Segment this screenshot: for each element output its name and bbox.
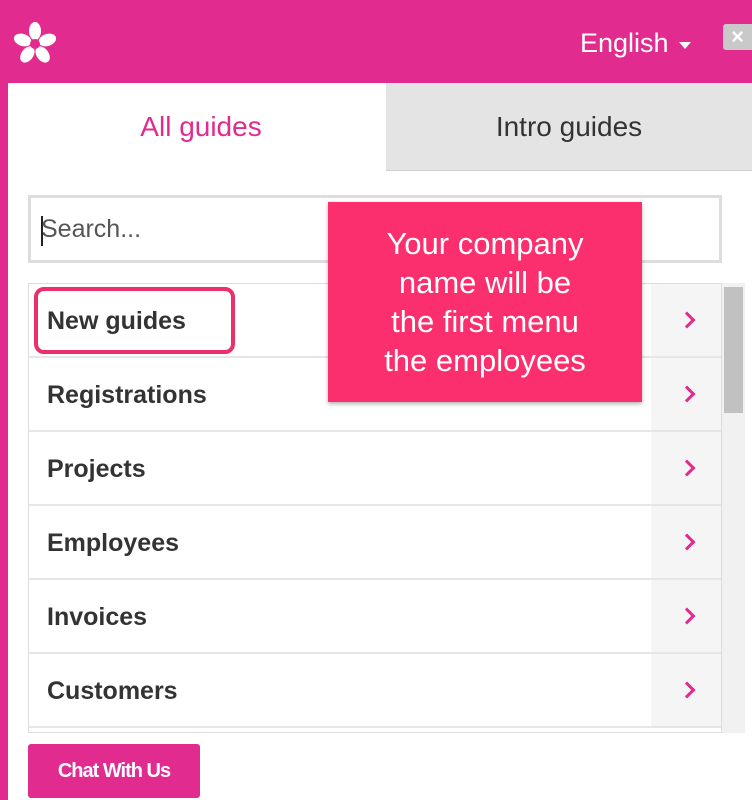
- tab-all-guides[interactable]: All guides: [16, 83, 386, 171]
- menu-item-label: Invoices: [47, 603, 148, 631]
- menu-item-arrow: [651, 506, 721, 578]
- chat-with-us-button[interactable]: Chat With Us: [28, 744, 200, 798]
- chat-button-label: Chat With Us: [57, 760, 171, 782]
- annotation-highlight: [34, 287, 235, 354]
- tab-all-guides-label: All guides: [140, 111, 262, 142]
- chevron-right-icon: [678, 607, 696, 625]
- menu-item-arrow: [651, 580, 721, 652]
- menu-scrollbar[interactable]: [722, 283, 745, 733]
- chevron-right-icon: [678, 385, 696, 403]
- close-icon: ×: [731, 24, 744, 49]
- menu-item-customers[interactable]: Customers: [29, 654, 721, 728]
- annotation-callout: Your company name will be the first menu…: [328, 202, 642, 402]
- chevron-right-icon: [678, 533, 696, 551]
- menu-item-arrow: [651, 284, 721, 356]
- menu-item-label: Registrations: [47, 381, 207, 409]
- menu-item-projects[interactable]: Projects: [29, 432, 721, 506]
- chevron-right-icon: [678, 459, 696, 477]
- menu-item-arrow: [651, 654, 721, 726]
- scrollbar-thumb[interactable]: [724, 287, 743, 413]
- callout-line: the first menu: [391, 304, 579, 339]
- menu-item-label: Customers: [47, 677, 178, 705]
- menu-item-arrow: [651, 432, 721, 504]
- language-selector[interactable]: English: [580, 26, 691, 60]
- chevron-right-icon: [678, 681, 696, 699]
- chevron-right-icon: [678, 311, 696, 329]
- menu-item-invoices[interactable]: Invoices: [29, 580, 721, 654]
- callout-line: Your company: [386, 226, 584, 261]
- menu-item-arrow: [651, 358, 721, 430]
- close-button[interactable]: ×: [723, 24, 752, 50]
- menu-item-employees[interactable]: Employees: [29, 506, 721, 580]
- widget-header: English ×: [0, 0, 752, 83]
- text-cursor: [41, 216, 43, 246]
- menu-item-label: Projects: [47, 455, 146, 483]
- callout-line: name will be: [398, 265, 572, 300]
- flower-logo-icon: [14, 22, 56, 63]
- tab-intro-guides-label: Intro guides: [495, 111, 643, 142]
- caret-down-icon: [678, 41, 691, 49]
- tab-intro-guides[interactable]: Intro guides: [386, 83, 752, 171]
- callout-line: the employees: [384, 343, 586, 378]
- language-label: English: [580, 28, 669, 58]
- menu-item-label: Employees: [47, 529, 180, 557]
